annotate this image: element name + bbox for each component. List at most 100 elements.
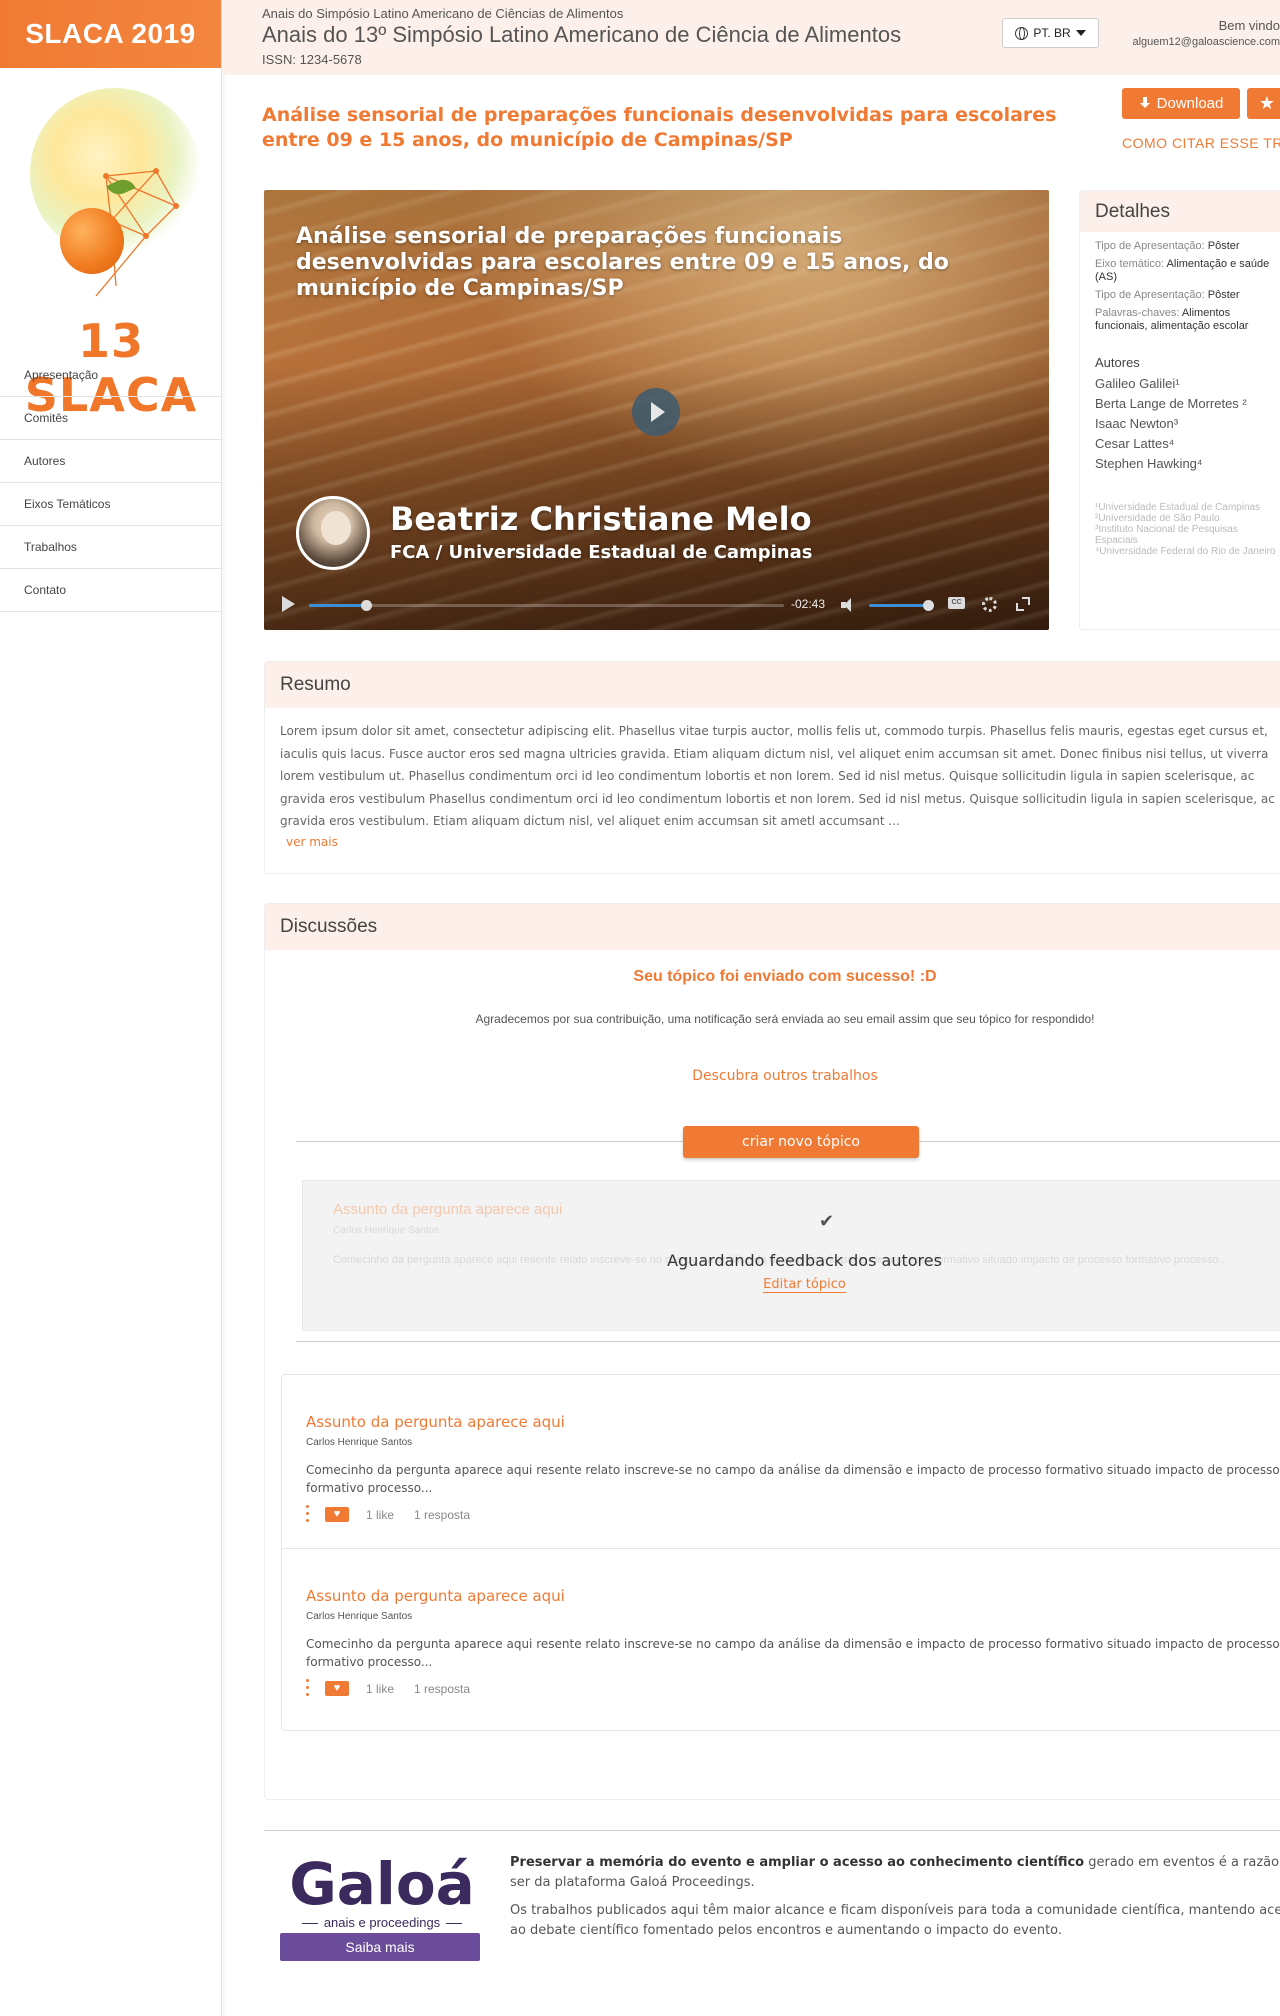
footer-text-second: Os trabalhos publicados aqui têm maior a…: [510, 1903, 1280, 1938]
institution-item: ⁴Universidade Federal do Rio de Janeiro: [1095, 546, 1276, 557]
sidebar-nav: Apresentação Comitês Autores Eixos Temát…: [0, 354, 222, 612]
pending-topic-title: Assunto da pergunta aparece aqui: [333, 1201, 563, 1218]
topic-title[interactable]: Assunto da pergunta aparece aqui: [306, 1413, 565, 1431]
volume-slider[interactable]: [869, 600, 934, 611]
video-player[interactable]: Análise sensorial de preparações funcion…: [264, 190, 1049, 630]
event-brand[interactable]: SLACA 2019: [0, 0, 221, 68]
author-item[interactable]: Isaac Newton³: [1095, 414, 1280, 434]
sidebar: SLACA 2019 13 SLACA Apresentação Comitês…: [0, 0, 222, 2016]
topic-likes: 1 like: [366, 1682, 395, 1696]
like-icon[interactable]: ♥: [325, 1507, 349, 1522]
topic-replies[interactable]: 1 resposta: [414, 1682, 470, 1696]
edit-topic-link[interactable]: Editar tópico: [303, 1277, 1280, 1293]
download-icon: [1139, 97, 1151, 110]
detail-row: Eixo temático: Alimentação e saúde (AS): [1095, 258, 1270, 283]
favorite-button[interactable]: ★: [1247, 88, 1280, 119]
discover-link[interactable]: Descubra outros trabalhos: [265, 1068, 1280, 1084]
top-header: Anais do Simpósio Latino Americano de Ci…: [222, 0, 1280, 75]
footer: Galoá anais e proceedings Saiba mais Pre…: [264, 1830, 1280, 1980]
header-issn: ISSN: 1234-5678: [262, 52, 362, 67]
detail-row: Tipo de Apresentação: Pôster: [1095, 289, 1240, 301]
footer-text-bold: Preservar a memória do evento e ampliar …: [510, 1855, 1085, 1870]
nav-item-eixos-tematicos[interactable]: Eixos Temáticos: [0, 483, 222, 526]
welcome-text: Bem vindo: [1218, 18, 1280, 33]
discussions-section: Discussões Seu tópico foi enviado com su…: [264, 903, 1280, 1800]
event-logo[interactable]: 13 SLACA: [0, 68, 222, 422]
header-supertitle: Anais do Simpósio Latino Americano de Ci…: [262, 6, 624, 21]
video-controls: -02:43 CC: [264, 580, 1049, 630]
like-icon[interactable]: ♥: [325, 1681, 349, 1696]
learn-more-button[interactable]: Saiba mais: [280, 1933, 480, 1961]
details-panel: Detalhes Tipo de Apresentação: Pôster Ei…: [1079, 190, 1280, 630]
author-item[interactable]: Cesar Lattes⁴: [1095, 434, 1280, 454]
volume-icon[interactable]: [841, 598, 857, 612]
language-selector[interactable]: PT. BR: [1002, 18, 1099, 48]
topic-author: Carlos Henrique Santos: [306, 1437, 413, 1448]
user-email[interactable]: alguem12@galoascience.com: [1110, 36, 1280, 48]
read-more-link[interactable]: ver mais: [265, 835, 1280, 849]
galoa-logo-word: Galoá: [289, 1850, 475, 1918]
success-title: Seu tópico foi enviado com sucesso! :D: [633, 968, 937, 985]
speaker-name: Beatriz Christiane Melo: [390, 500, 812, 538]
topic-title[interactable]: Assunto da pergunta aparece aqui: [306, 1587, 565, 1605]
control-play-icon[interactable]: [282, 596, 295, 612]
divider: [296, 1341, 1280, 1342]
abstract-section: Resumo Lorem ipsum dolor sit amet, conse…: [264, 661, 1280, 874]
topic-card: Assunto da pergunta aparece aqui Carlos …: [281, 1548, 1280, 1731]
galoa-logo-subtitle: anais e proceedings: [282, 1915, 482, 1930]
abstract-heading: Resumo: [265, 662, 1280, 708]
double-check-icon: ✔: [819, 1211, 835, 1231]
seek-progress: [309, 604, 366, 607]
new-topic-button[interactable]: criar novo tópico: [683, 1126, 919, 1158]
cite-link[interactable]: COMO CITAR ESSE TRABALHO: [1122, 135, 1280, 151]
chevron-down-icon: [1075, 30, 1086, 36]
volume-handle[interactable]: [923, 600, 934, 611]
play-icon[interactable]: [632, 388, 680, 436]
author-item[interactable]: Galileo Galilei¹: [1095, 374, 1280, 394]
authors-heading: Autores: [1095, 355, 1140, 370]
institution-item: ³Instituto Nacional de Pesquisas Espacia…: [1095, 524, 1238, 546]
institution-item: ²Universidade de São Paulo: [1095, 513, 1220, 524]
star-icon: ★: [1258, 93, 1276, 113]
abstract-text: Lorem ipsum dolor sit amet, consectetur …: [280, 724, 1275, 828]
nav-item-contato[interactable]: Contato: [0, 569, 222, 612]
language-value: PT. BR: [1033, 26, 1071, 40]
video-title: Análise sensorial de preparações funcion…: [296, 224, 949, 301]
institution-item: ¹Universidade Estadual de Campinas: [1095, 502, 1261, 513]
main-content: Análise sensorial de preparações funcion…: [222, 75, 1280, 2016]
paper-title: Análise sensorial de preparações funcion…: [262, 104, 1057, 151]
footer-text: Preservar a memória do evento e ampliar …: [510, 1853, 1280, 1949]
orange-fruit-icon: [60, 208, 124, 274]
details-heading: Detalhes: [1080, 191, 1280, 232]
nav-item-autores[interactable]: Autores: [0, 440, 222, 483]
author-item[interactable]: Berta Lange de Morretes ²: [1095, 394, 1280, 414]
topic-replies[interactable]: 1 resposta: [414, 1508, 470, 1522]
topic-body: Comecinho da pergunta aparece aqui resen…: [306, 1463, 1280, 1495]
header-title[interactable]: Anais do 13º Simpósio Latino Americano d…: [262, 22, 901, 48]
nav-item-apresentacao[interactable]: Apresentação: [0, 354, 222, 397]
institutions-list: ¹Universidade Estadual de Campinas ²Univ…: [1095, 502, 1280, 557]
seek-handle[interactable]: [361, 600, 372, 611]
seek-bar[interactable]: [309, 600, 784, 611]
topic-likes: 1 like: [366, 1508, 395, 1522]
gear-icon[interactable]: [982, 597, 997, 612]
galoa-logo: Galoá anais e proceedings: [282, 1853, 482, 1930]
speaker-avatar: [296, 496, 370, 570]
awaiting-feedback-text: Aguardando feedback dos autores: [667, 1251, 942, 1270]
detail-row: Tipo de Apresentação: Pôster: [1095, 240, 1240, 252]
author-item[interactable]: Stephen Hawking⁴: [1095, 454, 1280, 474]
captions-icon[interactable]: CC: [948, 597, 965, 609]
more-options-icon[interactable]: [306, 1679, 310, 1699]
download-button[interactable]: Download: [1122, 88, 1240, 119]
topic-author: Carlos Henrique Santos: [306, 1611, 413, 1622]
nav-item-comites[interactable]: Comitês: [0, 397, 222, 440]
success-message: Agradecemos por sua contribuição, uma no…: [475, 1012, 1095, 1026]
time-remaining: -02:43: [791, 597, 826, 611]
fullscreen-icon[interactable]: [1016, 597, 1030, 611]
pending-topic-author: Carlos Henrique Santos: [333, 1225, 440, 1236]
globe-icon: [1015, 26, 1029, 40]
more-options-icon[interactable]: [306, 1505, 310, 1525]
nav-item-trabalhos[interactable]: Trabalhos: [0, 526, 222, 569]
discussions-heading: Discussões: [265, 904, 1280, 950]
topic-card: Assunto da pergunta aparece aqui Carlos …: [281, 1374, 1280, 1557]
